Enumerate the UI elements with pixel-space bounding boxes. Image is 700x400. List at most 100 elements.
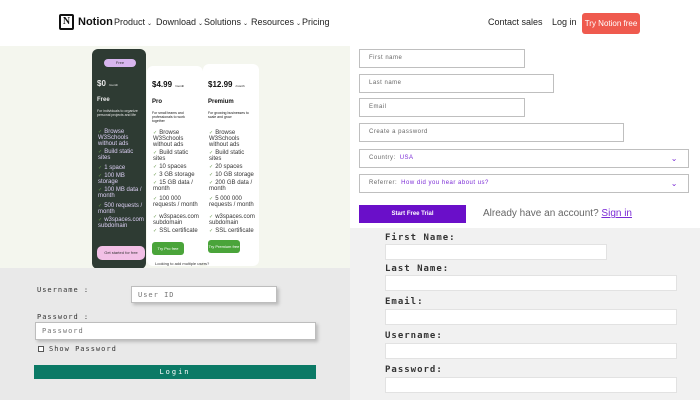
- check-icon: ✓: [153, 164, 158, 170]
- pricing-card-free: Free $0/month Free For individuals to or…: [92, 49, 146, 268]
- nav-solutions[interactable]: Solutions ⌄: [204, 17, 248, 27]
- chevron-down-icon: ⌄: [670, 179, 678, 188]
- referrer-label: Referrer:: [369, 180, 398, 186]
- feature-label: 100 000 requests / month: [153, 196, 198, 208]
- feature-label: 200 GB data / month: [209, 180, 253, 192]
- feature-item: ✓ 15 GB data / month: [153, 180, 201, 192]
- feature-label: Build static sites: [209, 150, 245, 162]
- try-notion-free-button[interactable]: Try Notion free: [582, 13, 640, 34]
- try-premium-button[interactable]: Try Premium free: [208, 240, 240, 253]
- login-link[interactable]: Log in: [552, 17, 577, 27]
- nav-product[interactable]: Product ⌄: [114, 17, 152, 27]
- feature-item: ✓ 200 GB data / month: [209, 180, 257, 192]
- check-icon: ✓: [153, 228, 158, 234]
- free-price-period: /month: [108, 83, 119, 87]
- username-label-2: Username:: [385, 331, 443, 341]
- password-label: Password :: [37, 313, 90, 321]
- feature-item: ✓ 1 space: [98, 165, 146, 171]
- feature-item: ✓ Build static sites: [209, 150, 257, 162]
- feature-label: SSL certificate: [159, 228, 198, 234]
- feature-label: w3spaces.com subdomain: [98, 217, 144, 229]
- check-icon: ✓: [209, 164, 214, 170]
- nav-product-label: Product: [114, 17, 146, 27]
- chevron-down-icon: ⌄: [198, 21, 204, 27]
- feature-label: 500 requests / month: [98, 203, 143, 215]
- feature-label: 20 spaces: [215, 164, 243, 170]
- nav-download[interactable]: Download ⌄: [156, 17, 203, 27]
- feature-label: 10 GB storage: [215, 172, 254, 178]
- password-label-2: Password:: [385, 365, 443, 375]
- feature-item: ✓ 20 spaces: [209, 164, 257, 170]
- feature-label: 15 GB data / month: [153, 180, 193, 192]
- username-input[interactable]: [131, 286, 277, 303]
- feature-item: ✓ w3spaces.com subdomain: [209, 214, 257, 226]
- feature-label: 10 spaces: [159, 164, 187, 170]
- start-free-trial-button[interactable]: Start Free Trial: [359, 205, 466, 223]
- chevron-down-icon: ⌄: [147, 21, 153, 27]
- get-started-free-button[interactable]: Get started for free: [97, 246, 145, 260]
- pro-price-value: $4.99: [152, 80, 173, 89]
- referrer-value: How did you hear about us?: [401, 180, 489, 186]
- feature-item: ✓ Build static sites: [153, 150, 201, 162]
- show-password-label: Show Password: [49, 345, 117, 353]
- notion-navbar: N Notion Product ⌄ Download ⌄ Solutions ⌄ R…: [0, 0, 700, 46]
- feature-label: Build static sites: [98, 149, 134, 161]
- premium-plan-desc: For growing businesses to scale and grow: [208, 111, 249, 119]
- feature-item: ✓ 500 requests / month: [98, 203, 146, 215]
- feature-label: Browse W3Schools without ads: [98, 129, 129, 147]
- premium-price-period: /month: [235, 84, 245, 88]
- feature-item: ✓ SSL certificate: [153, 228, 201, 234]
- password-input-2[interactable]: [385, 377, 677, 393]
- feature-label: w3spaces.com subdomain: [153, 214, 199, 226]
- nav-pricing[interactable]: Pricing: [302, 17, 330, 27]
- check-icon: ✓: [209, 228, 214, 234]
- try-pro-button[interactable]: Try Pro free: [152, 242, 184, 255]
- contact-sales-link[interactable]: Contact sales: [488, 17, 543, 27]
- pricing-card-premium: $12.99/month Premium For growing busines…: [203, 64, 259, 266]
- feature-item: ✓ Browse W3Schools without ads: [209, 130, 257, 148]
- feature-label: Browse W3Schools without ads: [209, 130, 240, 148]
- checkbox-icon[interactable]: [38, 346, 44, 352]
- first-name-label: First Name:: [385, 233, 456, 243]
- free-badge: Free: [104, 59, 136, 67]
- country-value: USA: [399, 155, 414, 161]
- feature-label: w3spaces.com subdomain: [209, 214, 255, 226]
- referrer-select[interactable]: Referrer: How did you hear about us? ⌄: [359, 174, 689, 193]
- pricing-section: Free $0/month Free For individuals to or…: [0, 46, 350, 268]
- signin-prompt: Already have an account? Sign in: [483, 208, 632, 219]
- email-input[interactable]: [385, 309, 677, 325]
- feature-label: 100 MB storage: [98, 173, 125, 185]
- free-price: $0/month: [97, 79, 118, 88]
- premium-price: $12.99/month: [208, 80, 245, 89]
- chevron-down-icon: ⌄: [670, 154, 678, 163]
- last-name-input[interactable]: [385, 275, 677, 291]
- password-input[interactable]: [35, 322, 316, 340]
- notion-logo-icon[interactable]: N: [59, 14, 74, 30]
- show-password-toggle[interactable]: Show Password: [38, 345, 117, 353]
- first-name-field[interactable]: First name: [359, 49, 525, 68]
- feature-item: ✓ 10 spaces: [153, 164, 201, 170]
- pro-price: $4.99/month: [152, 80, 184, 89]
- nav-resources[interactable]: Resources ⌄: [251, 17, 301, 27]
- feature-item: ✓ SSL certificate: [209, 228, 257, 234]
- country-select[interactable]: Country: USA ⌄: [359, 149, 689, 168]
- login-button[interactable]: Login: [34, 365, 316, 379]
- username-input-2[interactable]: [385, 343, 677, 359]
- first-name-input[interactable]: [385, 244, 607, 260]
- last-name-field[interactable]: Last name: [359, 74, 554, 93]
- feature-label: 3 GB storage: [159, 172, 195, 178]
- check-icon: ✓: [209, 172, 214, 178]
- already-text: Already have an account?: [483, 208, 599, 219]
- email-field[interactable]: Email: [359, 98, 525, 117]
- feature-item: ✓ w3spaces.com subdomain: [98, 217, 146, 229]
- notion-logo-text[interactable]: Notion: [78, 16, 113, 28]
- username-label: Username :: [37, 286, 90, 294]
- feature-label: SSL certificate: [215, 228, 254, 234]
- pro-plan-name: Pro: [152, 99, 163, 105]
- chevron-down-icon: ⌄: [296, 21, 302, 27]
- signin-link[interactable]: Sign in: [601, 208, 632, 219]
- create-password-field[interactable]: Create a password: [359, 123, 624, 142]
- pricing-card-pro: $4.99/month Pro For small teams and prof…: [147, 66, 203, 266]
- multiple-users-note[interactable]: Looking to add multiple users?: [155, 261, 209, 266]
- feature-label: 1 space: [104, 165, 126, 171]
